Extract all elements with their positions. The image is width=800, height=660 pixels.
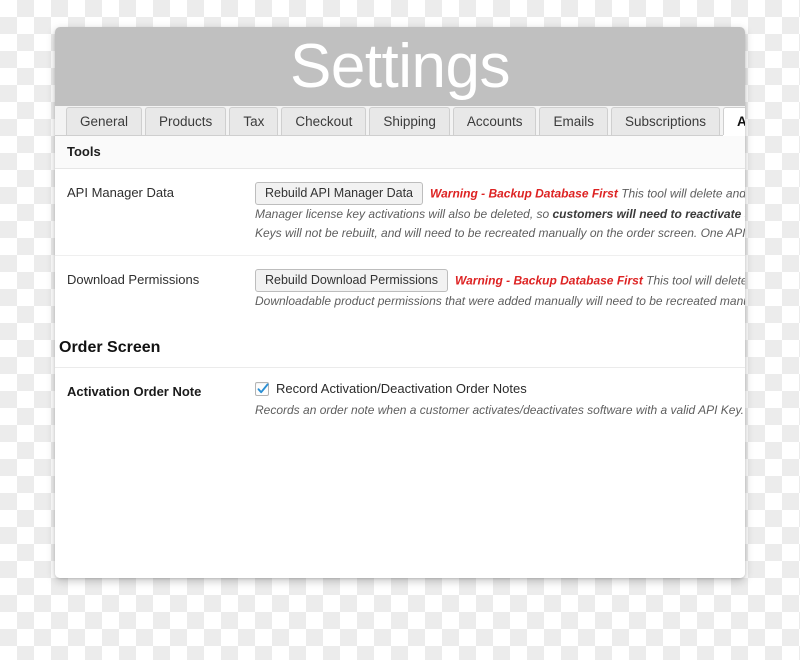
api-manager-data-description-line-1: This tool will delete and rebuild a (621, 186, 745, 201)
order-screen-section-header: Order Screen (55, 323, 745, 368)
download-permissions-warning: Warning - Backup Database First (455, 273, 643, 288)
api-manager-data-description-line-3: Keys will not be rebuilt, and will need … (255, 226, 745, 240)
order-screen-rows: Activation Order Note Record Activation/… (55, 368, 745, 429)
rebuild-api-manager-data-button[interactable]: Rebuild API Manager Data (255, 182, 424, 205)
row-activation-order-note: Activation Order Note Record Activation/… (55, 368, 745, 429)
page-header: Settings (55, 27, 745, 106)
checkmark-icon (257, 382, 269, 393)
download-permissions-label: Download Permissions (67, 272, 200, 287)
download-permissions-field: Rebuild Download Permissions Warning - Ba… (255, 269, 745, 311)
settings-tab-bar: General Products Tax Checkout Shipping A… (55, 106, 745, 136)
tools-section-title: Tools (67, 144, 101, 159)
rebuild-download-permissions-button[interactable]: Rebuild Download Permissions (255, 269, 448, 292)
order-screen-section-title: Order Screen (59, 339, 161, 356)
tab-api-manager[interactable]: API Manager (723, 107, 745, 135)
record-activation-order-notes-label: Record Activation/Deactivation Order Not… (276, 381, 527, 396)
row-api-manager-data: API Manager Data Rebuild API Manager Dat… (55, 169, 745, 256)
page-title: Settings (289, 31, 511, 101)
record-activation-order-notes-checkbox[interactable] (255, 381, 269, 396)
row-download-permissions: Download Permissions Rebuild Download Pe… (55, 256, 745, 323)
api-manager-data-desc2-part1: Manager license key activations will als… (255, 207, 553, 221)
tab-shipping[interactable]: Shipping (369, 107, 450, 135)
activation-order-note-label: Activation Order Note (67, 384, 202, 399)
api-manager-data-field: Rebuild API Manager Data Warning - Backup… (255, 182, 745, 243)
tab-general[interactable]: General (66, 107, 143, 135)
tab-accounts[interactable]: Accounts (452, 107, 537, 135)
tab-checkout[interactable]: Checkout (281, 107, 367, 135)
download-permissions-description-line-2: Downloadable product permissions that we… (255, 294, 745, 308)
activation-order-note-field: Record Activation/Deactivation Order Not… (255, 381, 745, 417)
api-manager-data-warning: Warning - Backup Database First (430, 186, 618, 201)
tools-rows: API Manager Data Rebuild API Manager Dat… (55, 169, 745, 323)
activation-order-note-description: Records an order note when a customer ac… (255, 403, 744, 417)
settings-card: Settings General Products Tax Checkout S… (55, 27, 745, 578)
card-empty-space (55, 429, 745, 578)
tools-section-header: Tools (55, 136, 745, 169)
download-permissions-description-line-1: This tool will delete and rebu (646, 273, 745, 288)
api-manager-data-description-line-2: Manager license key activations will als… (255, 205, 745, 224)
api-manager-data-desc2-part2: customers will need to reactivate softwa… (552, 207, 746, 221)
api-manager-data-label: API Manager Data (67, 185, 174, 200)
tab-emails[interactable]: Emails (539, 107, 608, 135)
tab-products[interactable]: Products (145, 107, 227, 135)
tab-tax[interactable]: Tax (229, 107, 279, 135)
tab-subscriptions[interactable]: Subscriptions (610, 107, 721, 135)
